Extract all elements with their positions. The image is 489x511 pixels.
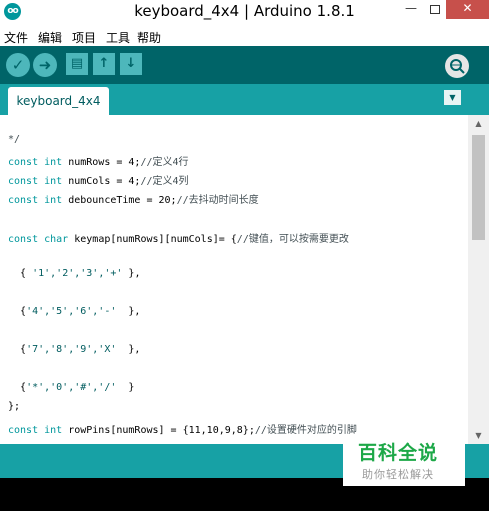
code-token: const int xyxy=(8,157,63,169)
code-line: {'7','8','9','X' }, xyxy=(8,344,140,363)
new-button[interactable]: ▤ xyxy=(66,53,88,75)
watermark-logo: 百科全说 助你轻松解决 xyxy=(343,436,465,486)
editor-scrollbar[interactable]: ▲ ▼ xyxy=(468,115,489,444)
watermark-subtitle: 助你轻松解决 xyxy=(362,468,434,481)
code-token: '4','5','6','-' xyxy=(26,305,117,317)
code-token: '*','0','#','/' xyxy=(26,382,117,394)
code-token: numRows = 4; xyxy=(62,157,141,169)
code-token: { xyxy=(8,305,27,317)
menu-file[interactable]: 文件 xyxy=(4,29,28,46)
code-token: //去抖动时间长度 xyxy=(176,195,259,207)
title-bar: oo keyboard_4x4 | Arduino 1.8.1 — ✕ xyxy=(0,0,489,25)
code-token: }, xyxy=(116,305,141,317)
code-token: }, xyxy=(116,344,141,356)
code-token: const int xyxy=(8,195,63,207)
close-button[interactable]: ✕ xyxy=(446,0,489,19)
open-button[interactable]: ↑ xyxy=(93,53,115,75)
upload-button[interactable]: ➜ xyxy=(33,53,57,77)
code-line: */ xyxy=(8,134,20,153)
code-token: { xyxy=(8,344,27,356)
tab-bar: keyboard_4x4 xyxy=(0,84,489,115)
arrow-down-small-icon: ▼ xyxy=(475,431,482,440)
code-line: const int rowPins[numRows] = {11,10,9,8}… xyxy=(8,421,357,440)
code-token: rowPins[numRows] = {11,10,9,8}; xyxy=(62,424,255,436)
maximize-icon xyxy=(430,5,440,14)
file-icon: ▤ xyxy=(70,56,84,71)
code-token: '1','2','3','+' xyxy=(32,267,123,279)
arrow-up-icon: ↑ xyxy=(98,56,110,71)
menu-bar: 文件 编辑 项目 工具 帮助 xyxy=(0,25,489,46)
code-token: { xyxy=(8,382,27,394)
arrow-up-small-icon: ▲ xyxy=(475,119,482,128)
code-line: { '1','2','3','+' }, xyxy=(8,268,140,287)
code-token: //设置硬件对应的引脚 xyxy=(254,424,357,436)
code-line: const int numRows = 4;//定义4行 xyxy=(8,153,189,172)
code-token: debounceTime = 20; xyxy=(62,195,177,207)
serial-monitor-button[interactable] xyxy=(445,54,469,78)
scroll-up-button[interactable]: ▲ xyxy=(468,115,489,132)
code-token: }, xyxy=(122,267,141,279)
menu-edit[interactable]: 编辑 xyxy=(38,29,62,46)
watermark-title: 百科全说 xyxy=(358,442,439,464)
menu-help[interactable]: 帮助 xyxy=(137,29,161,46)
code-line: const int debounceTime = 20;//去抖动时间长度 xyxy=(8,191,259,210)
menu-sketch[interactable]: 项目 xyxy=(72,29,96,46)
code-token: //键值，可以按需要更改 xyxy=(236,233,349,245)
menu-tools[interactable]: 工具 xyxy=(106,29,130,46)
scroll-thumb[interactable] xyxy=(472,135,485,240)
code-token: const char xyxy=(8,233,69,245)
code-line: }; xyxy=(8,401,20,420)
triangle-down-icon: ▼ xyxy=(449,93,456,102)
code-line: const int numCols = 4;//定义4列 xyxy=(8,172,189,191)
arrow-down-icon: ↓ xyxy=(125,56,137,71)
check-icon: ✓ xyxy=(11,56,25,74)
code-line: {'*','0','#','/' } xyxy=(8,382,134,401)
arrow-right-icon: ➜ xyxy=(38,56,52,74)
magnifier-icon xyxy=(450,59,465,74)
tab-menu-button[interactable]: ▼ xyxy=(444,90,461,105)
tab-keyboard-4x4[interactable]: keyboard_4x4 xyxy=(8,87,109,115)
code-line: {'4','5','6','-' }, xyxy=(8,306,140,325)
verify-button[interactable]: ✓ xyxy=(6,53,30,77)
code-token: } xyxy=(116,382,135,394)
code-line: const char keymap[numRows][numCols]= {//… xyxy=(8,230,349,249)
minimize-button[interactable]: — xyxy=(398,0,424,19)
code-token: { xyxy=(8,267,33,279)
maximize-button[interactable] xyxy=(424,0,446,19)
code-token: keymap[numRows][numCols]= { xyxy=(68,233,237,245)
scroll-down-button[interactable]: ▼ xyxy=(468,427,489,444)
code-token: numCols = 4; xyxy=(62,176,141,188)
code-token: //定义4列 xyxy=(140,176,189,188)
code-token: const int xyxy=(8,176,63,188)
code-editor[interactable]: */const int numRows = 4;//定义4行 const int … xyxy=(0,115,468,444)
code-token: const int xyxy=(8,424,63,436)
code-token: */ xyxy=(8,134,21,145)
code-token: //定义4行 xyxy=(140,157,189,169)
code-token: }; xyxy=(8,401,21,413)
code-token: '7','8','9','X' xyxy=(26,344,117,356)
save-button[interactable]: ↓ xyxy=(120,53,142,75)
toolbar: ✓ ➜ ▤ ↑ ↓ xyxy=(0,46,489,84)
